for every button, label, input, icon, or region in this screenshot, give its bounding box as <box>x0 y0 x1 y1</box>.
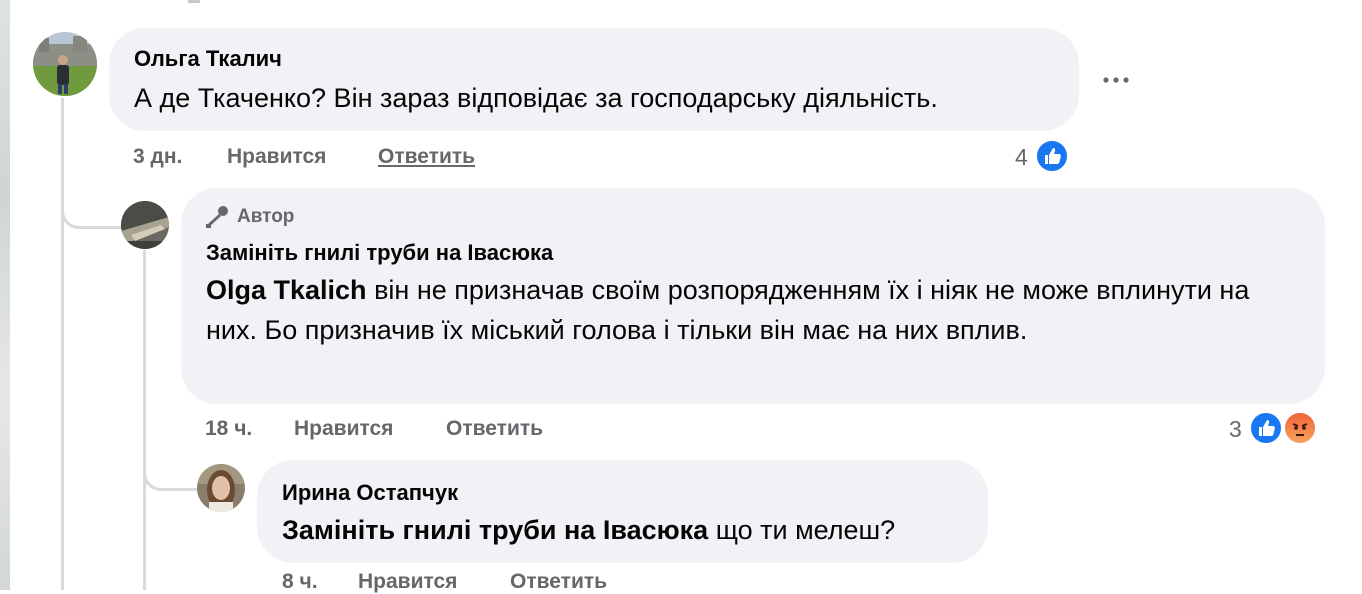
comment-author[interactable]: Замініть гнилі труби на Івасюка <box>206 240 553 266</box>
top-edge-mark <box>188 0 200 3</box>
avatar-photo <box>33 32 97 96</box>
thread-line-reply <box>143 250 146 590</box>
avatar-photo <box>197 464 245 512</box>
avatar[interactable] <box>197 464 245 512</box>
comment-bubble: Ирина Остапчук Замініть гнилі труби на І… <box>257 460 988 563</box>
avatar[interactable] <box>33 32 97 96</box>
comment-bubble: Ольга Ткалич А де Ткаченко? Він зараз ві… <box>109 28 1079 131</box>
angry-icon[interactable] <box>1283 411 1317 445</box>
comment-body: що ти мелеш? <box>708 515 896 545</box>
reply-button[interactable]: Ответить <box>446 417 543 441</box>
avatar[interactable] <box>121 201 169 249</box>
comment-text: Замініть гнилі труби на Івасюка що ти ме… <box>282 510 895 550</box>
comment-time[interactable]: 3 дн. <box>133 145 182 169</box>
comment-author[interactable]: Ирина Остапчук <box>282 480 458 506</box>
comment-time[interactable]: 18 ч. <box>205 417 252 441</box>
like-icon[interactable] <box>1249 411 1283 445</box>
thread-connector-reply-1 <box>61 182 122 229</box>
thread-connector-reply-2 <box>143 440 198 491</box>
more-options-button[interactable] <box>1098 62 1134 98</box>
comment-time[interactable]: 8 ч. <box>282 570 318 594</box>
left-edge-strip <box>0 0 10 590</box>
reaction-count[interactable]: 3 <box>1229 416 1242 443</box>
comment-author[interactable]: Ольга Ткалич <box>134 46 282 72</box>
mention-link[interactable]: Olga Tkalich <box>206 275 367 305</box>
mention-link[interactable]: Замініть гнилі труби на Івасюка <box>282 515 708 545</box>
microphone-icon <box>205 204 231 230</box>
comment-text: Olga Tkalich він не призначав своїм розп… <box>206 270 1266 350</box>
comment-bubble: Автор Замініть гнилі труби на Івасюка Ol… <box>181 188 1325 404</box>
like-button[interactable]: Нравится <box>294 417 393 441</box>
reply-button[interactable]: Ответить <box>510 570 607 594</box>
avatar-photo <box>121 201 169 249</box>
comment-text: А де Ткаченко? Він зараз відповідає за г… <box>134 83 938 113</box>
thread-line-main <box>61 98 64 590</box>
reply-button[interactable]: Ответить <box>378 145 475 169</box>
reaction-count[interactable]: 4 <box>1015 144 1028 171</box>
author-badge: Автор <box>237 206 295 227</box>
like-button[interactable]: Нравится <box>227 145 326 169</box>
like-button[interactable]: Нравится <box>358 570 457 594</box>
more-horizontal-icon <box>1103 77 1129 83</box>
like-icon[interactable] <box>1035 139 1069 173</box>
